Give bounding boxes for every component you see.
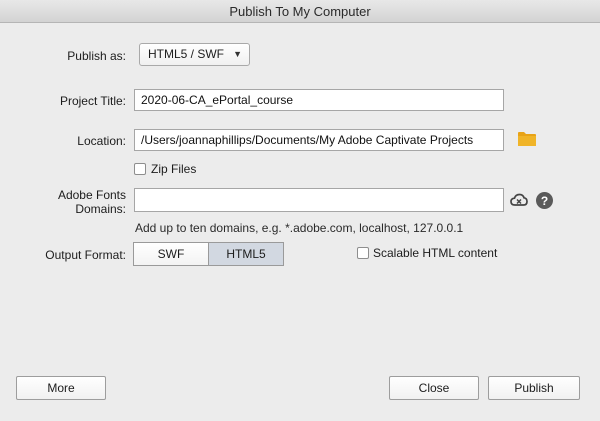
- location-input[interactable]: /Users/joannaphillips/Documents/My Adobe…: [134, 129, 504, 151]
- fonts-domains-input[interactable]: [134, 188, 504, 212]
- location-label: Location:: [77, 134, 126, 148]
- publish-dialog: Publish To My Computer Publish as: HTML5…: [0, 0, 600, 421]
- more-button[interactable]: More: [16, 376, 106, 400]
- project-title-input[interactable]: 2020-06-CA_ePortal_course: [134, 89, 504, 111]
- output-format-label: Output Format:: [45, 248, 126, 262]
- publish-as-value: HTML5 / SWF: [148, 47, 225, 61]
- svg-text:?: ?: [541, 194, 548, 208]
- publish-as-dropdown[interactable]: HTML5 / SWF ▼: [139, 43, 250, 66]
- help-icon[interactable]: ?: [536, 192, 553, 209]
- window-title: Publish To My Computer: [0, 0, 600, 23]
- creative-cloud-icon[interactable]: [510, 192, 528, 208]
- fonts-domains-hint: Add up to ten domains, e.g. *.adobe.com,…: [135, 221, 464, 235]
- scalable-html-checkbox[interactable]: [357, 247, 369, 259]
- publish-as-label: Publish as:: [67, 49, 126, 63]
- folder-icon[interactable]: [518, 131, 536, 146]
- output-format-swf[interactable]: SWF: [133, 242, 209, 266]
- zip-files-label: Zip Files: [151, 162, 197, 176]
- publish-button[interactable]: Publish: [488, 376, 580, 400]
- fonts-domains-label: Adobe Fonts Domains:: [57, 188, 126, 216]
- zip-files-checkbox[interactable]: [134, 163, 146, 175]
- chevron-down-icon: ▼: [233, 49, 242, 59]
- scalable-html-label: Scalable HTML content: [373, 246, 498, 260]
- output-format-html5[interactable]: HTML5: [208, 242, 284, 266]
- close-button[interactable]: Close: [389, 376, 479, 400]
- project-title-label: Project Title:: [59, 94, 126, 108]
